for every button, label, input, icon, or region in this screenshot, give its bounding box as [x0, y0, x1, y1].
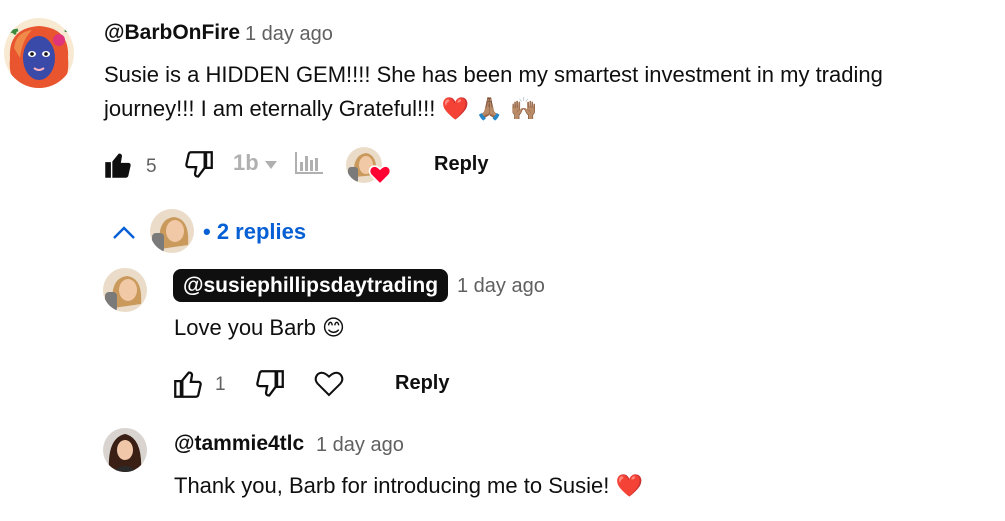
reply-button[interactable]: Reply — [434, 153, 488, 176]
replies-creator-avatar — [150, 209, 194, 253]
comment-text-line-1: Susie is a HIDDEN GEM!!!! She has been m… — [104, 62, 883, 87]
avatar-susiephillipsdaytrading[interactable] — [103, 268, 147, 312]
tb-extension-icon[interactable]: 1b — [233, 150, 281, 181]
reply-1-thumb-up-icon[interactable] — [171, 367, 205, 406]
reply-2-author[interactable]: @tammie4tlc — [174, 432, 304, 456]
avatar-tammie4tlc[interactable] — [103, 428, 147, 472]
reply-1-emoji: 😊 — [322, 316, 345, 341]
reply-1-like-count: 1 — [215, 374, 226, 395]
bar-chart-icon[interactable] — [294, 150, 324, 181]
like-count: 5 — [146, 156, 157, 177]
chevron-up-icon[interactable] — [110, 220, 138, 249]
reply-1-thumb-down-icon[interactable] — [253, 367, 287, 406]
reply-1-author-badge[interactable]: @susiephillipsdaytrading — [173, 269, 449, 302]
comment-timestamp[interactable]: 1 day ago — [245, 23, 333, 46]
reply-2-text: Thank you, Barb for introducing me to Su… — [174, 473, 610, 498]
thumb-down-icon[interactable] — [182, 148, 216, 187]
avatar-barbonfire[interactable] — [4, 18, 74, 88]
reply-2-emoji: ❤️ — [615, 474, 643, 499]
reply-1-reply-button[interactable]: Reply — [395, 372, 449, 395]
reply-2-timestamp[interactable]: 1 day ago — [316, 434, 404, 457]
replies-toggle[interactable]: • 2 replies — [203, 219, 306, 245]
thumb-up-icon[interactable] — [101, 148, 135, 187]
reply-1-text-container: Love you Barb 😊 — [174, 311, 345, 346]
svg-text:1b: 1b — [233, 150, 259, 175]
reply-1-heart-icon[interactable] — [313, 368, 345, 403]
reply-1-timestamp[interactable]: 1 day ago — [457, 275, 545, 298]
heart-icon — [368, 163, 392, 190]
comment-text-line-2: journey!!! I am eternally Grateful!!! — [104, 96, 436, 121]
comment-emojis: ❤️ 🙏🏽 🙌🏽 — [441, 97, 538, 122]
comment-text: Susie is a HIDDEN GEM!!!! She has been m… — [104, 58, 984, 127]
reply-2-text-container: Thank you, Barb for introducing me to Su… — [174, 469, 643, 504]
reply-1-text: Love you Barb — [174, 315, 316, 340]
comment-author[interactable]: @BarbOnFire — [104, 21, 240, 45]
